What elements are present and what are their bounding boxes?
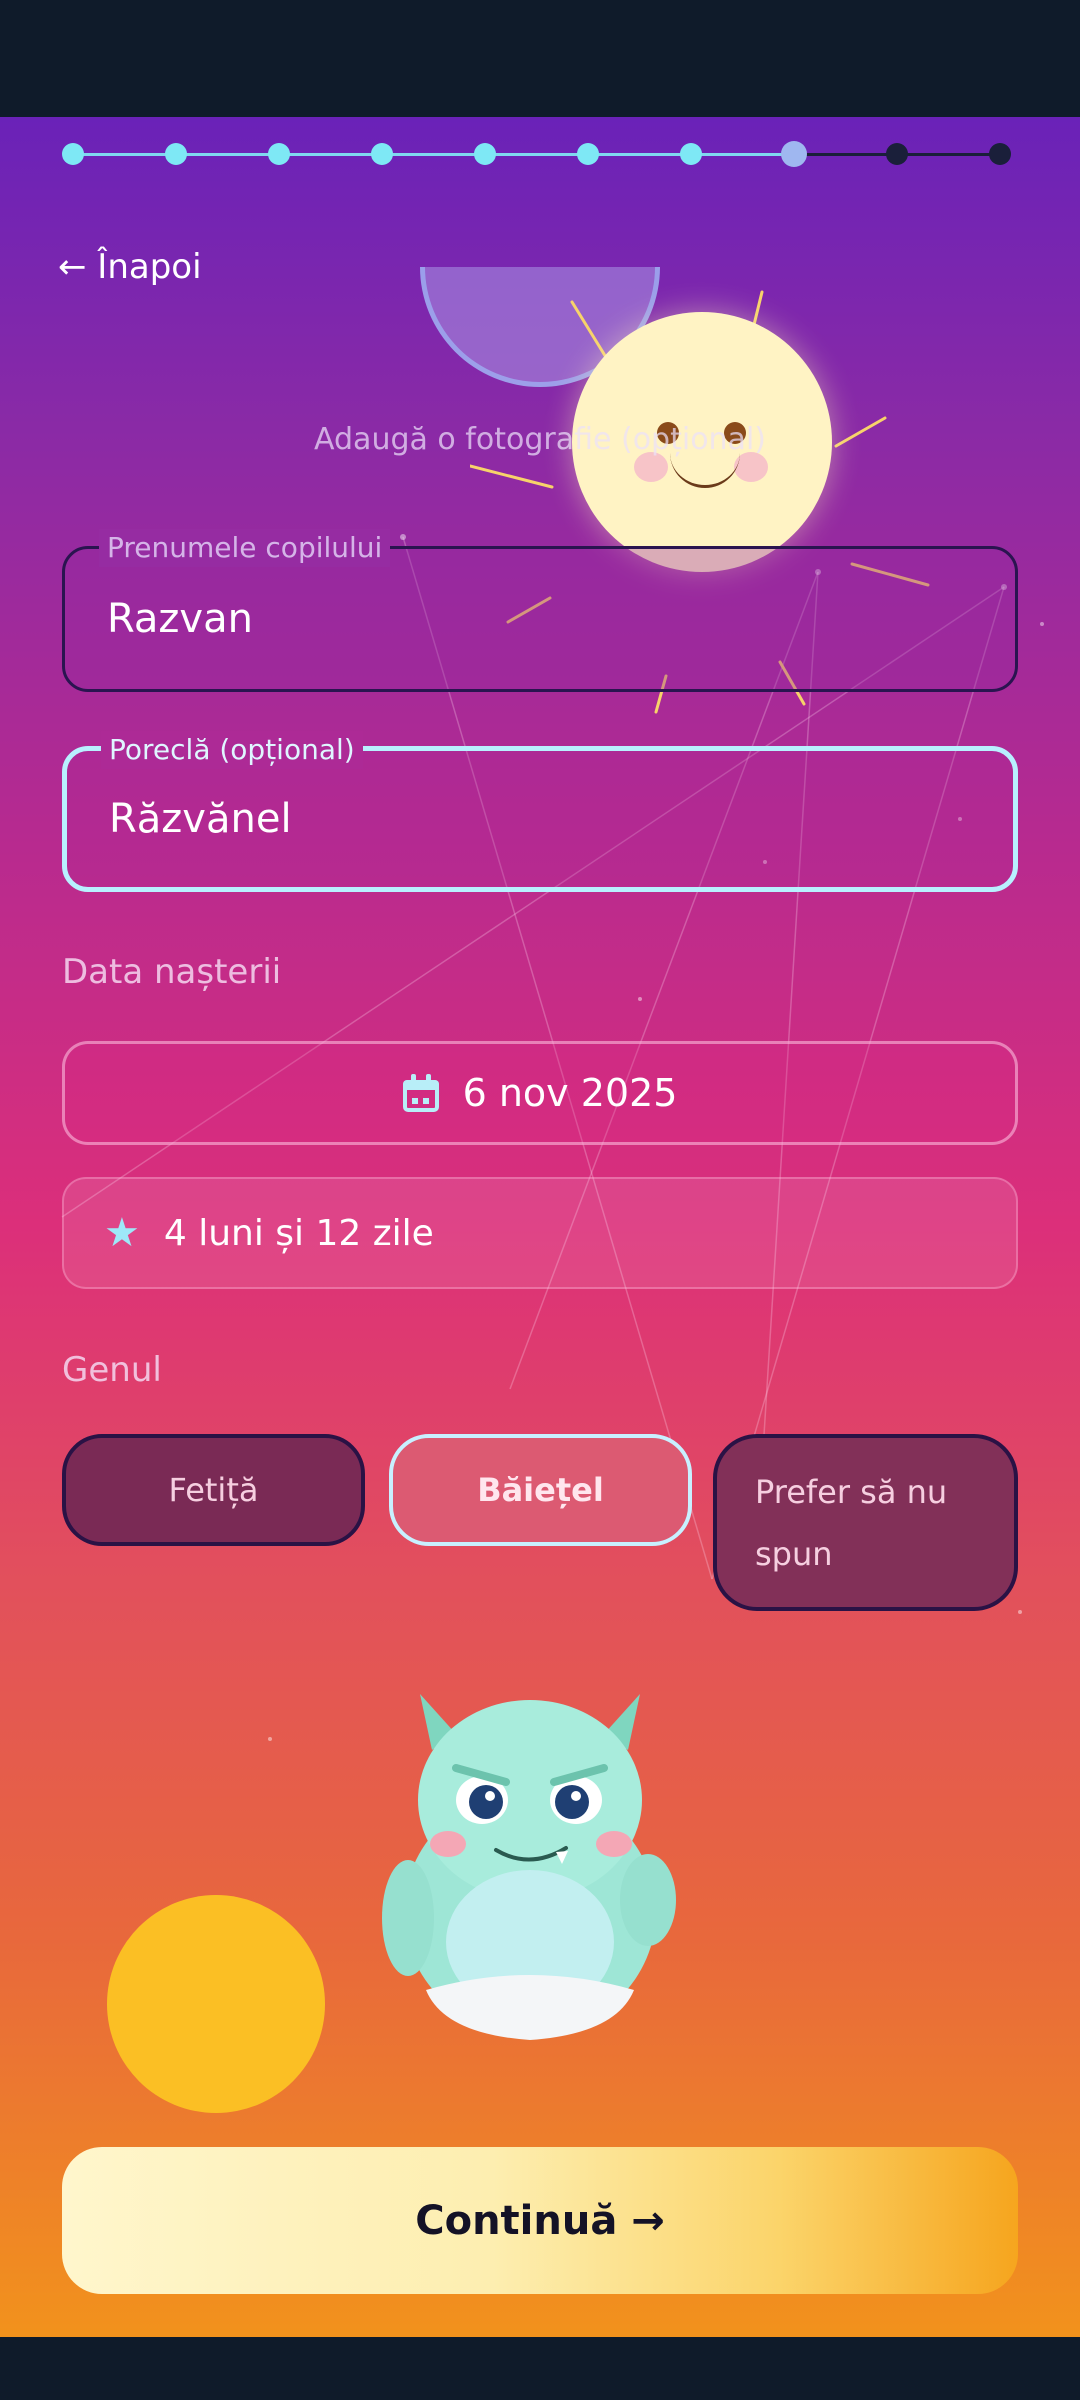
- system-navigation-bar: [0, 2337, 1080, 2400]
- age-value: 4 luni și 12 zile: [163, 1212, 434, 1254]
- progress-step-5: [474, 143, 496, 165]
- sun-smile: [670, 452, 740, 488]
- gender-option-label: Prefer să nu spun: [755, 1472, 948, 1573]
- star-icon: ★: [104, 1210, 140, 1256]
- birth-date-value: 6 nov 2025: [462, 1071, 678, 1115]
- progress-step-10: [989, 143, 1011, 165]
- back-button[interactable]: ← Înapoi: [58, 237, 202, 297]
- birth-date-picker-button[interactable]: 6 nov 2025: [62, 1041, 1018, 1145]
- nickname-field[interactable]: Poreclă (opțional) Răzvănel: [62, 731, 1018, 892]
- first-name-field[interactable]: Prenumele copilului Razvan: [62, 529, 1018, 692]
- progress-step-6: [577, 143, 599, 165]
- age-info-card: ★ 4 luni și 12 zile: [62, 1177, 1018, 1289]
- onboarding-content: ← Înapoi Adaugă o fotografie (opțional): [0, 117, 1080, 2337]
- decorative-yellow-circle: [107, 1895, 325, 2113]
- continue-label: Continuă →: [415, 2197, 665, 2244]
- gender-option-girl[interactable]: Fetiță: [62, 1434, 365, 1546]
- progress-step-8-current: [781, 141, 807, 167]
- continue-button[interactable]: Continuă →: [62, 2147, 1018, 2294]
- birth-date-heading: Data nașterii: [62, 952, 282, 992]
- add-photo-label[interactable]: Adaugă o fotografie (opțional): [0, 422, 1080, 457]
- calendar-icon: [402, 1074, 439, 1112]
- progress-step-2: [165, 143, 187, 165]
- progress-step-7: [680, 143, 702, 165]
- progress-step-9: [886, 143, 908, 165]
- gender-option-boy-selected[interactable]: Băiețel: [389, 1434, 692, 1546]
- progress-step-3: [268, 143, 290, 165]
- gender-heading: Genul: [62, 1350, 162, 1390]
- gender-option-prefer-not-to-say[interactable]: Prefer să nu spun: [713, 1434, 1018, 1611]
- progress-step-1: [62, 143, 84, 165]
- nickname-value[interactable]: Răzvănel: [109, 751, 292, 887]
- app-screen: ← Înapoi Adaugă o fotografie (opțional): [0, 0, 1080, 2400]
- first-name-value[interactable]: Razvan: [107, 549, 253, 689]
- gender-option-label: Fetiță: [168, 1471, 259, 1509]
- back-label: ← Înapoi: [58, 247, 202, 287]
- gender-option-label: Băiețel: [477, 1471, 604, 1509]
- monster-mascot-illustration: [382, 1694, 676, 2040]
- status-bar: [0, 0, 1080, 117]
- progress-step-4: [371, 143, 393, 165]
- progress-stepper: [62, 139, 1018, 169]
